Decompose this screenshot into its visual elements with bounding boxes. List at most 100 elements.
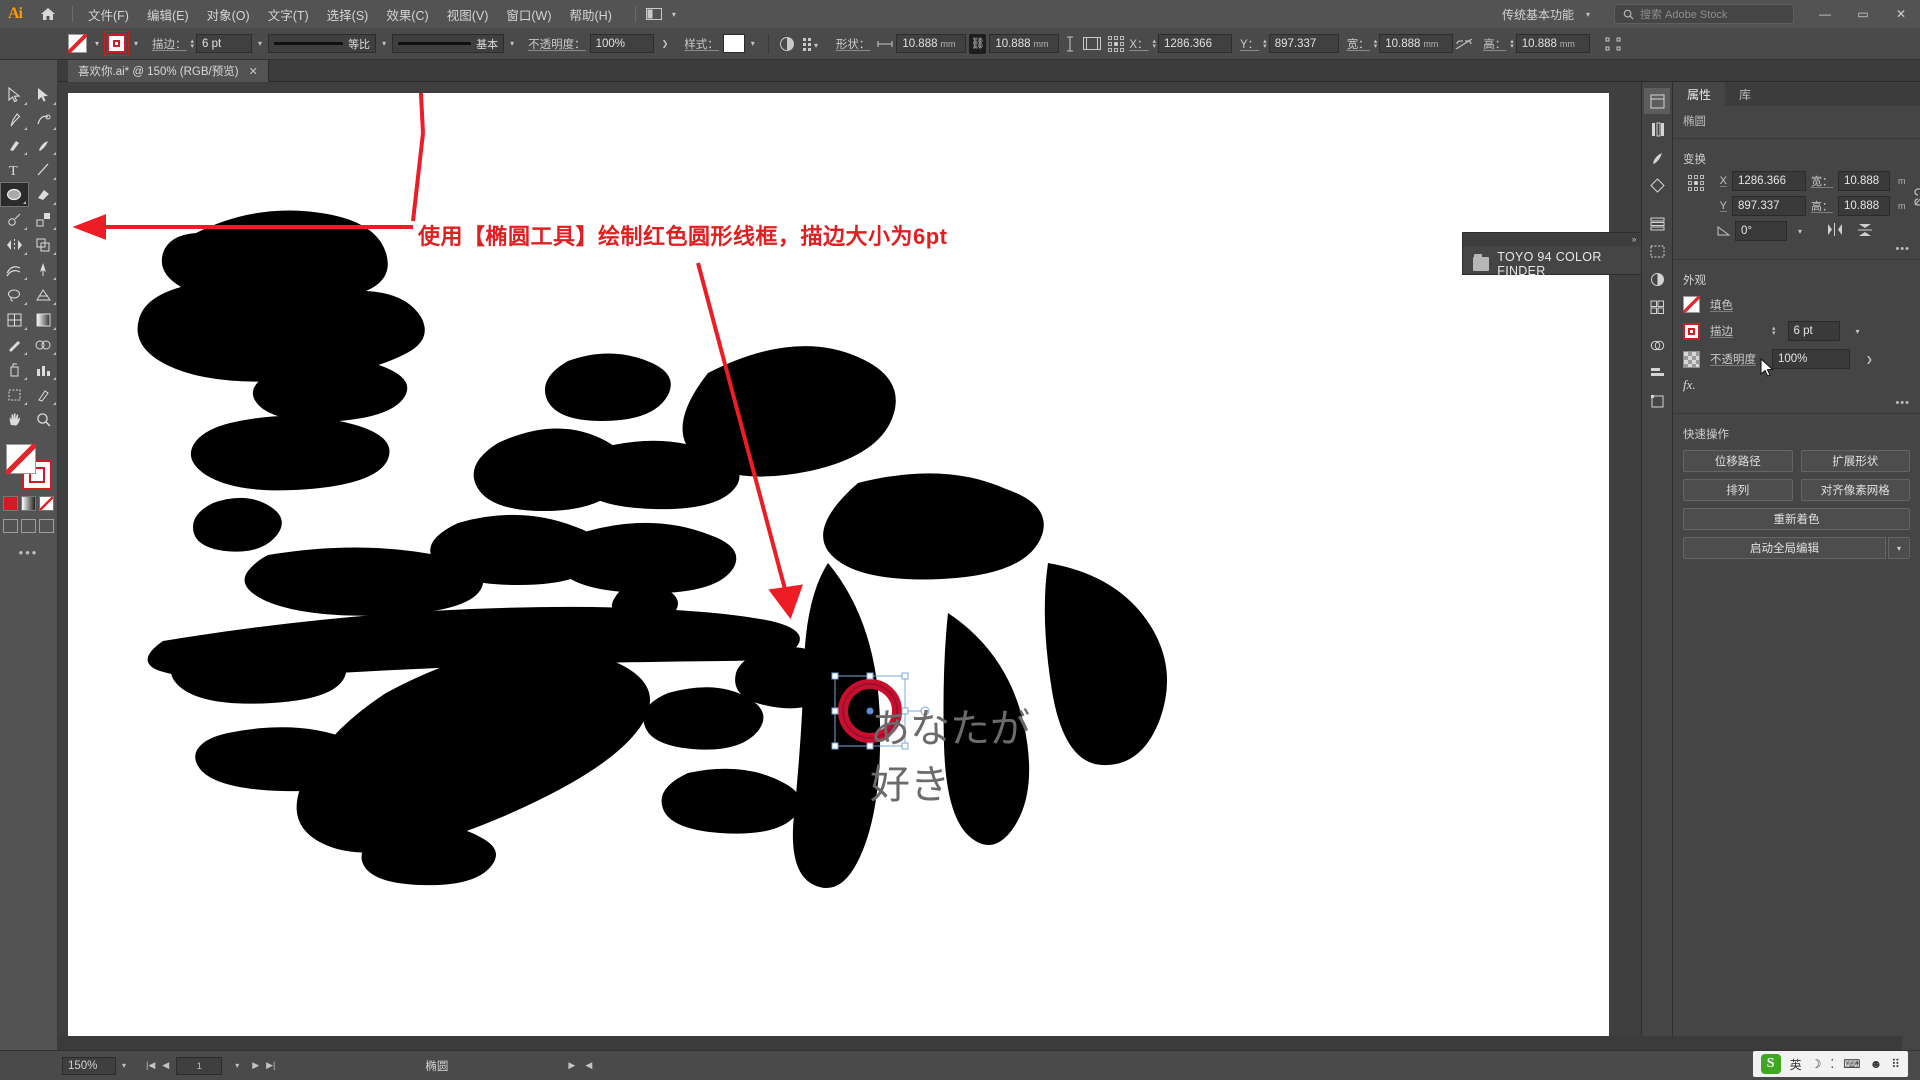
last-artboard-button[interactable]: ▶| — [266, 1060, 275, 1071]
free-transform-tool[interactable] — [29, 257, 58, 282]
opacity-value[interactable]: 100% — [589, 34, 654, 53]
status-current-tool[interactable]: 椭圆 — [425, 1058, 448, 1074]
chevron-down-icon[interactable]: ▾ — [229, 1061, 245, 1070]
artboards-dock-icon[interactable] — [1644, 238, 1670, 264]
next-artboard-button[interactable]: ▶ — [252, 1060, 259, 1071]
shape-builder-tool[interactable] — [29, 232, 58, 257]
pathfinder-dock-icon[interactable] — [1644, 332, 1670, 358]
document-tab[interactable]: 喜欢你.ai* @ 150% (RGB/预览) ✕ — [68, 60, 269, 82]
chevron-down-icon[interactable]: ▾ — [666, 10, 682, 19]
selection-tool[interactable] — [0, 82, 29, 107]
artboard[interactable]: 使用【椭圆工具】绘制红色圆形线框，描边大小为6pt あなたが 好き — [68, 93, 1609, 1061]
mesh-tool[interactable] — [0, 307, 29, 332]
chevron-down-icon[interactable]: ▾ — [1792, 227, 1808, 236]
gradient-swatch-button[interactable] — [21, 496, 36, 511]
draw-inside-button[interactable] — [39, 519, 54, 533]
stroke-swatch[interactable] — [1683, 322, 1700, 340]
shape-height-value[interactable]: 10.888 mm — [989, 34, 1060, 53]
draw-normal-button[interactable] — [3, 519, 18, 533]
h-stepper[interactable]: ▴ ▾ — [1510, 38, 1514, 50]
transform-panel-icon[interactable] — [1602, 34, 1624, 54]
ime-mode-label[interactable]: 英 — [1790, 1056, 1802, 1073]
scale-tool[interactable] — [29, 207, 58, 232]
reference-point-selector[interactable] — [1108, 35, 1125, 52]
collapse-icon[interactable]: » — [1632, 235, 1636, 244]
tab-properties[interactable]: 属性 — [1673, 82, 1726, 106]
artboard-icon[interactable] — [1081, 34, 1103, 54]
align-to-pixel-grid-button[interactable]: 对齐像素网格 — [1800, 479, 1910, 501]
chevron-down-icon[interactable]: ▾ — [116, 1061, 132, 1070]
link-dimensions-toggle[interactable]: ⛓ — [969, 33, 987, 54]
swatches-dock-icon[interactable] — [1644, 294, 1670, 320]
stroke-weight-stepper[interactable]: ▴ ▾ — [191, 38, 195, 50]
workspace-switcher[interactable]: 传统基本功能 ▾ — [1494, 4, 1604, 25]
slice-tool[interactable] — [29, 382, 58, 407]
maximize-button[interactable]: ▭ — [1844, 0, 1882, 28]
opacity-row[interactable]: 不透明度 100% ❯ — [1673, 345, 1920, 373]
tools-overflow-button[interactable]: ••• — [19, 545, 39, 560]
flip-vertical-icon[interactable] — [1858, 223, 1873, 240]
x-stepper[interactable]: ▴ ▾ — [1152, 38, 1156, 50]
rotate-tool[interactable] — [0, 207, 29, 232]
draw-behind-button[interactable] — [21, 519, 36, 533]
moon-icon[interactable]: ☽ — [1811, 1057, 1822, 1071]
paintbrush-tool[interactable] — [29, 132, 58, 157]
tab-libraries[interactable]: 库 — [1725, 82, 1765, 106]
menu-item-file[interactable]: 文件(F) — [79, 1, 138, 28]
type-tool[interactable]: T — [0, 157, 29, 182]
panel-x-value[interactable]: 1286.366 — [1732, 171, 1806, 191]
chevron-down-icon[interactable]: ▾ — [504, 39, 520, 48]
pen-tool[interactable] — [0, 107, 29, 132]
color-dock-icon[interactable] — [1644, 266, 1670, 292]
column-graph-tool[interactable] — [29, 357, 58, 382]
reference-point-selector-panel[interactable] — [1688, 175, 1704, 191]
reflect-tool[interactable] — [0, 232, 29, 257]
status-forward-icon[interactable]: ▶ — [568, 1060, 575, 1071]
flip-horizontal-icon[interactable] — [1827, 223, 1843, 239]
home-icon[interactable] — [30, 0, 66, 28]
stroke-profile-dropdown[interactable]: 等比 — [268, 34, 377, 53]
chevron-down-icon[interactable]: ▾ — [1888, 537, 1910, 559]
panel-height-value[interactable]: 10.888 — [1838, 196, 1890, 216]
close-button[interactable]: ✕ — [1882, 0, 1920, 28]
stock-search-input[interactable]: 搜索 Adobe Stock — [1614, 4, 1794, 24]
recolor-artwork-icon[interactable] — [776, 34, 798, 54]
panel-stroke-weight-value[interactable]: 6 pt — [1787, 321, 1840, 341]
gradient-tool[interactable] — [29, 307, 58, 332]
japanese-text-line1[interactable]: あなたが — [870, 701, 1030, 757]
chevron-down-icon[interactable]: ▾ — [128, 39, 144, 48]
fill-stroke-control[interactable] — [5, 444, 52, 490]
stroke-weight-value[interactable]: 6 pt — [196, 34, 253, 53]
width-tool[interactable] — [0, 257, 29, 282]
stroke-weight-stepper-panel[interactable]: ▴ ▾ — [1772, 325, 1776, 337]
none-swatch-button[interactable] — [39, 496, 54, 511]
prev-artboard-button[interactable]: ◀ — [162, 1060, 169, 1071]
offset-path-button[interactable]: 位移路径 — [1683, 450, 1793, 472]
fx-row[interactable]: fx. — [1673, 373, 1920, 397]
menu-item-effect[interactable]: 效果(C) — [377, 1, 437, 28]
brushes-dock-icon[interactable] — [1644, 144, 1670, 170]
menu-item-view[interactable]: 视图(V) — [438, 1, 498, 28]
arrange-button[interactable]: 排列 — [1683, 479, 1793, 501]
menu-item-help[interactable]: 帮助(H) — [561, 1, 621, 28]
align-dock-icon[interactable] — [1644, 360, 1670, 386]
artboard-tool[interactable] — [0, 382, 29, 407]
fx-icon[interactable]: fx. — [1683, 377, 1696, 393]
canvas-area[interactable]: 使用【椭圆工具】绘制红色圆形线框，描边大小为6pt あなたが 好き » TOYO… — [58, 82, 1902, 1061]
status-back-icon[interactable]: ◀ — [585, 1060, 592, 1071]
zoom-tool[interactable] — [29, 407, 58, 432]
symbol-sprayer-tool[interactable] — [0, 357, 29, 382]
line-segment-tool[interactable] — [29, 157, 58, 182]
direct-selection-tool[interactable] — [29, 82, 58, 107]
color-swatch-button[interactable] — [3, 496, 18, 511]
y-position-value[interactable]: 897.337 — [1268, 34, 1339, 53]
menu-item-type[interactable]: 文字(T) — [259, 1, 318, 28]
japanese-text-line2[interactable]: 好き — [870, 757, 950, 813]
layers-dock-icon[interactable] — [1644, 210, 1670, 236]
chevron-down-icon[interactable]: ▾ — [1850, 327, 1866, 336]
minimize-button[interactable]: — — [1806, 0, 1844, 28]
graphic-style-swatch[interactable] — [722, 34, 745, 53]
fill-swatch[interactable] — [1683, 296, 1700, 313]
properties-dock-icon[interactable] — [1644, 88, 1670, 114]
symbols-dock-icon[interactable] — [1644, 172, 1670, 198]
